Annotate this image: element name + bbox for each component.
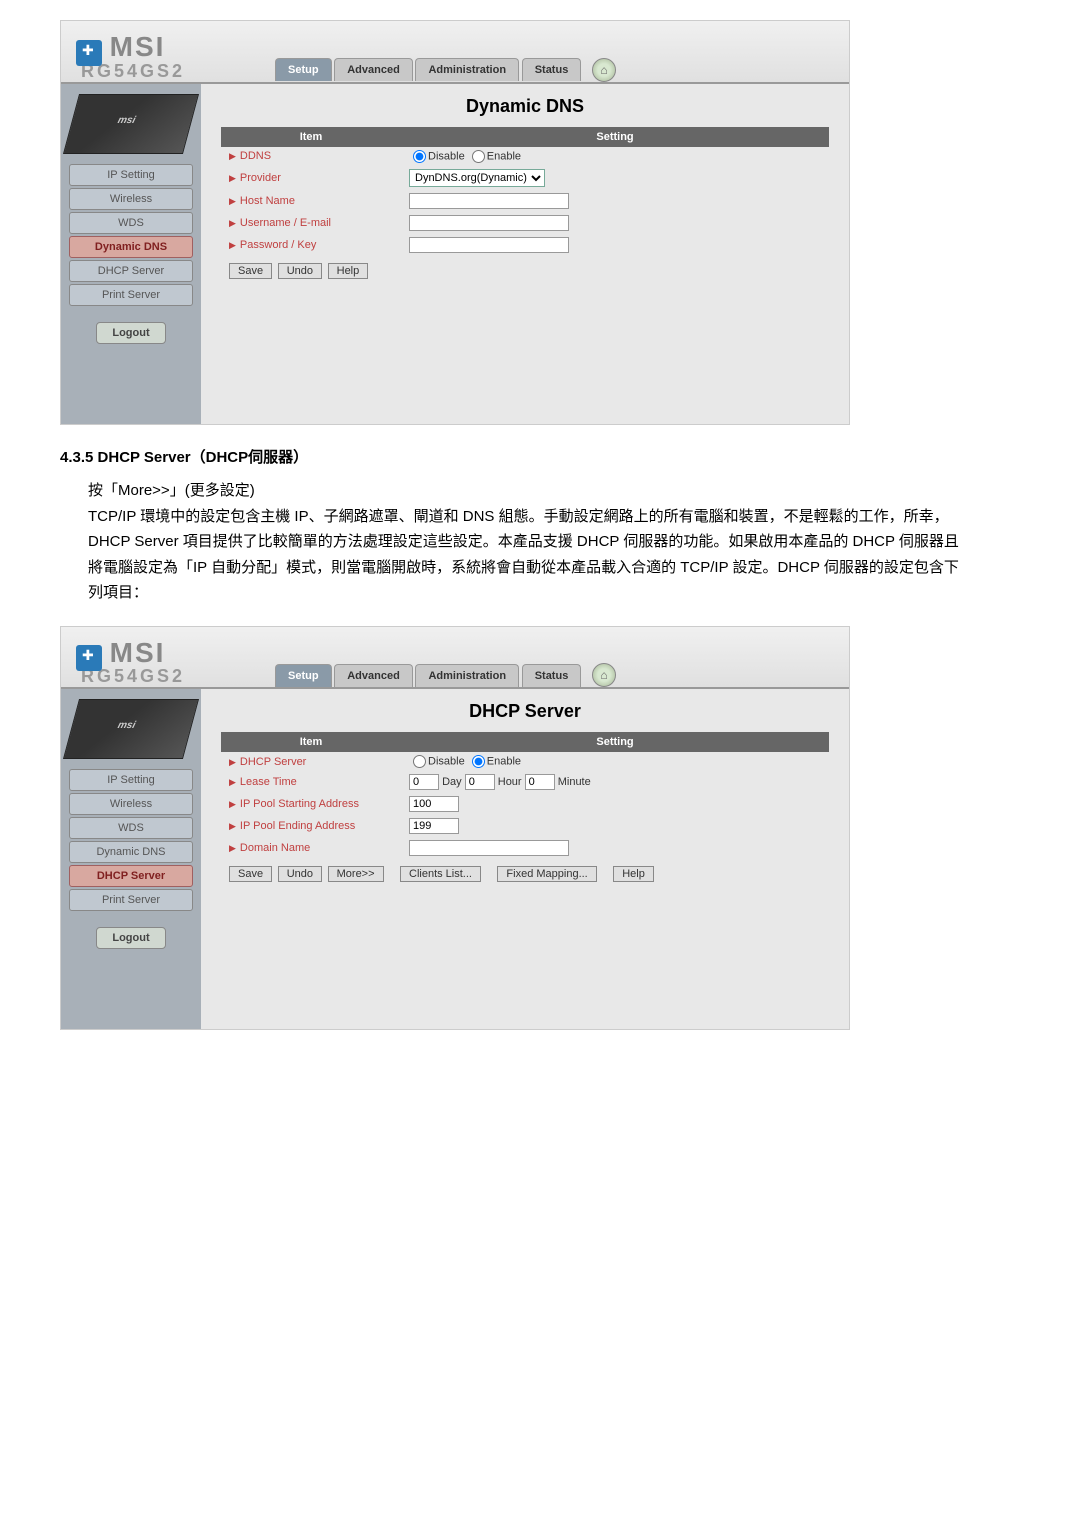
sidebar: IP Setting Wireless WDS Dynamic DNS DHCP… (61, 84, 201, 424)
logo-icon (76, 645, 102, 671)
logout-button[interactable]: Logout (96, 927, 166, 949)
row-ddns-label: DDNS (221, 147, 401, 166)
content-dhcp: DHCP Server Item Setting DHCP Server Dis… (201, 689, 849, 1029)
home-icon[interactable]: ⌂ (592, 58, 616, 82)
lease-min-label: Minute (558, 776, 591, 788)
page-title: DHCP Server (221, 701, 829, 722)
logo-text: MSI (110, 31, 166, 63)
end-input[interactable] (409, 818, 459, 834)
th-item: Item (221, 127, 401, 147)
clients-list-button[interactable]: Clients List... (400, 866, 481, 882)
th-setting: Setting (401, 732, 829, 752)
save-button[interactable]: Save (229, 866, 272, 882)
tab-status[interactable]: Status (522, 58, 582, 81)
provider-select[interactable]: DynDNS.org(Dynamic) (409, 169, 545, 187)
sidebar: IP Setting Wireless WDS Dynamic DNS DHCP… (61, 689, 201, 1029)
row-end-label: IP Pool Ending Address (221, 815, 401, 837)
chip-icon (63, 94, 199, 154)
password-input[interactable] (409, 237, 569, 253)
domain-input[interactable] (409, 840, 569, 856)
sidebar-item-print-server[interactable]: Print Server (69, 889, 193, 911)
row-dhcp-label: DHCP Server (221, 752, 401, 771)
th-setting: Setting (401, 127, 829, 147)
header: MSI RG54GS2 Setup Advanced Administratio… (61, 21, 849, 84)
row-provider-label: Provider (221, 166, 401, 190)
screenshot-dhcp: MSI RG54GS2 Setup Advanced Administratio… (60, 626, 850, 1031)
dhcp-enable-radio[interactable] (472, 755, 485, 768)
help-button[interactable]: Help (328, 263, 369, 279)
fixed-mapping-button[interactable]: Fixed Mapping... (497, 866, 596, 882)
top-tabs: Setup Advanced Administration Status ⌂ (275, 58, 616, 82)
tab-setup[interactable]: Setup (275, 664, 332, 687)
tab-advanced[interactable]: Advanced (334, 58, 413, 81)
sidebar-item-dhcp-server[interactable]: DHCP Server (69, 865, 193, 887)
tab-status[interactable]: Status (522, 664, 582, 687)
sidebar-item-wds[interactable]: WDS (69, 817, 193, 839)
row-domain-label: Domain Name (221, 837, 401, 859)
sidebar-item-dynamic-dns[interactable]: Dynamic DNS (69, 841, 193, 863)
tab-administration[interactable]: Administration (415, 664, 519, 687)
sidebar-item-print-server[interactable]: Print Server (69, 284, 193, 306)
th-item: Item (221, 732, 401, 752)
lease-day-label: Day (442, 776, 462, 788)
row-lease-label: Lease Time (221, 771, 401, 793)
section-line1: 按「More>>」(更多設定) (60, 478, 960, 504)
tab-setup[interactable]: Setup (275, 58, 332, 81)
dhcp-table: Item Setting DHCP Server Disable Enable … (221, 732, 829, 859)
hostname-input[interactable] (409, 193, 569, 209)
lease-hour-input[interactable] (465, 774, 495, 790)
top-tabs: Setup Advanced Administration Status ⌂ (275, 663, 616, 687)
text-section: 4.3.5 DHCP Server（DHCP伺服器） 按「More>>」(更多設… (60, 445, 960, 606)
content-ddns: Dynamic DNS Item Setting DDNS Disable En… (201, 84, 849, 424)
dhcp-disable-label: Disable (428, 756, 465, 768)
dhcp-disable-radio[interactable] (413, 755, 426, 768)
tab-advanced[interactable]: Advanced (334, 664, 413, 687)
lease-min-input[interactable] (525, 774, 555, 790)
save-button[interactable]: Save (229, 263, 272, 279)
sidebar-item-wireless[interactable]: Wireless (69, 188, 193, 210)
logo-icon (76, 40, 102, 66)
row-start-label: IP Pool Starting Address (221, 793, 401, 815)
ddns-table: Item Setting DDNS Disable Enable Provide… (221, 127, 829, 256)
page-title: Dynamic DNS (221, 96, 829, 117)
sidebar-item-wireless[interactable]: Wireless (69, 793, 193, 815)
logo-text: MSI (110, 637, 166, 669)
dhcp-enable-label: Enable (487, 756, 521, 768)
ddns-disable-radio[interactable] (413, 150, 426, 163)
start-input[interactable] (409, 796, 459, 812)
home-icon[interactable]: ⌂ (592, 663, 616, 687)
ddns-disable-label: Disable (428, 150, 465, 162)
button-row: Save Undo Help (221, 256, 829, 285)
ddns-enable-radio[interactable] (472, 150, 485, 163)
username-input[interactable] (409, 215, 569, 231)
sidebar-item-wds[interactable]: WDS (69, 212, 193, 234)
row-username-label: Username / E-mail (221, 212, 401, 234)
sidebar-item-dynamic-dns[interactable]: Dynamic DNS (69, 236, 193, 258)
section-paragraph: TCP/IP 環境中的設定包含主機 IP、子網路遮罩、閘道和 DNS 組態。手動… (60, 504, 960, 606)
more-button[interactable]: More>> (328, 866, 384, 882)
undo-button[interactable]: Undo (278, 263, 322, 279)
logout-button[interactable]: Logout (96, 322, 166, 344)
ddns-enable-label: Enable (487, 150, 521, 162)
section-heading: 4.3.5 DHCP Server（DHCP伺服器） (60, 445, 960, 471)
screenshot-ddns: MSI RG54GS2 Setup Advanced Administratio… (60, 20, 850, 425)
button-row: Save Undo More>> Clients List... Fixed M… (221, 859, 829, 888)
undo-button[interactable]: Undo (278, 866, 322, 882)
sidebar-item-dhcp-server[interactable]: DHCP Server (69, 260, 193, 282)
sidebar-item-ip-setting[interactable]: IP Setting (69, 164, 193, 186)
lease-day-input[interactable] (409, 774, 439, 790)
sidebar-item-ip-setting[interactable]: IP Setting (69, 769, 193, 791)
lease-hour-label: Hour (498, 776, 522, 788)
row-hostname-label: Host Name (221, 190, 401, 212)
row-password-label: Password / Key (221, 234, 401, 256)
help-button[interactable]: Help (613, 866, 654, 882)
tab-administration[interactable]: Administration (415, 58, 519, 81)
chip-icon (63, 699, 199, 759)
header: MSI RG54GS2 Setup Advanced Administratio… (61, 627, 849, 690)
